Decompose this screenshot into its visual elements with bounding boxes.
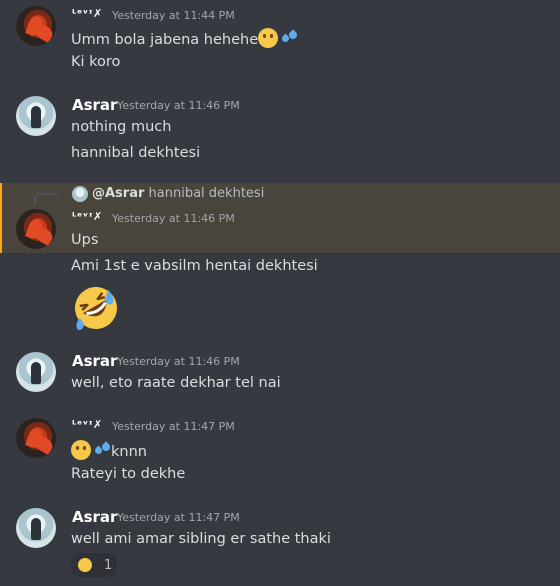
rolling-on-floor-laughing-icon [75, 287, 117, 330]
message-text: knnn [71, 440, 147, 460]
avatar[interactable] [16, 6, 56, 46]
weary-face-icon [78, 558, 92, 572]
username[interactable]: ᴸᵉᵛᶦ✗ [72, 418, 103, 431]
reaction-count: 1 [104, 557, 113, 573]
sweat-droplets-icon [91, 441, 112, 459]
avatar[interactable] [16, 352, 56, 392]
timestamp: Yesterday at 11:46 PM [112, 212, 235, 225]
no-mouth-face-icon [258, 28, 279, 48]
username[interactable]: Asrar [72, 352, 117, 370]
avatar[interactable] [16, 508, 56, 548]
reply-avatar[interactable] [72, 186, 88, 202]
message-text: Umm bola jabena hehehe [71, 28, 299, 48]
reaction-button[interactable]: 1 [71, 553, 117, 577]
no-mouth-face-icon [71, 440, 91, 460]
username[interactable]: Asrar [72, 508, 117, 526]
message-text: Ups [71, 232, 99, 248]
message-text: Ki koro [71, 54, 121, 70]
message-text: well, eto raate dekhar tel nai [71, 375, 281, 391]
message-text: Ami 1st e vabsilm hentai dekhtesi [71, 258, 318, 274]
timestamp: Yesterday at 11:44 PM [112, 9, 235, 22]
message-text: hannibal dekhtesi [71, 145, 201, 161]
avatar[interactable] [16, 209, 56, 249]
avatar[interactable] [16, 96, 56, 136]
avatar[interactable] [16, 418, 56, 458]
message-text: well ami amar sibling er sathe thaki [71, 531, 331, 547]
sweat-droplets-icon [278, 29, 299, 47]
username[interactable]: ᴸᵉᵛᶦ✗ [72, 210, 103, 223]
reply-spine [34, 193, 58, 205]
username[interactable]: ᴸᵉᵛᶦ✗ [72, 7, 103, 20]
message-text: Rateyi to dekhe [71, 466, 186, 482]
message-text: nothing much [71, 119, 172, 135]
timestamp: Yesterday at 11:46 PM [117, 99, 240, 112]
timestamp: Yesterday at 11:47 PM [112, 420, 235, 433]
username[interactable]: Asrar [72, 96, 117, 114]
timestamp: Yesterday at 11:46 PM [117, 355, 240, 368]
reply-preview[interactable]: @Asrar hannibal dekhtesi [92, 186, 264, 201]
timestamp: Yesterday at 11:47 PM [117, 511, 240, 524]
